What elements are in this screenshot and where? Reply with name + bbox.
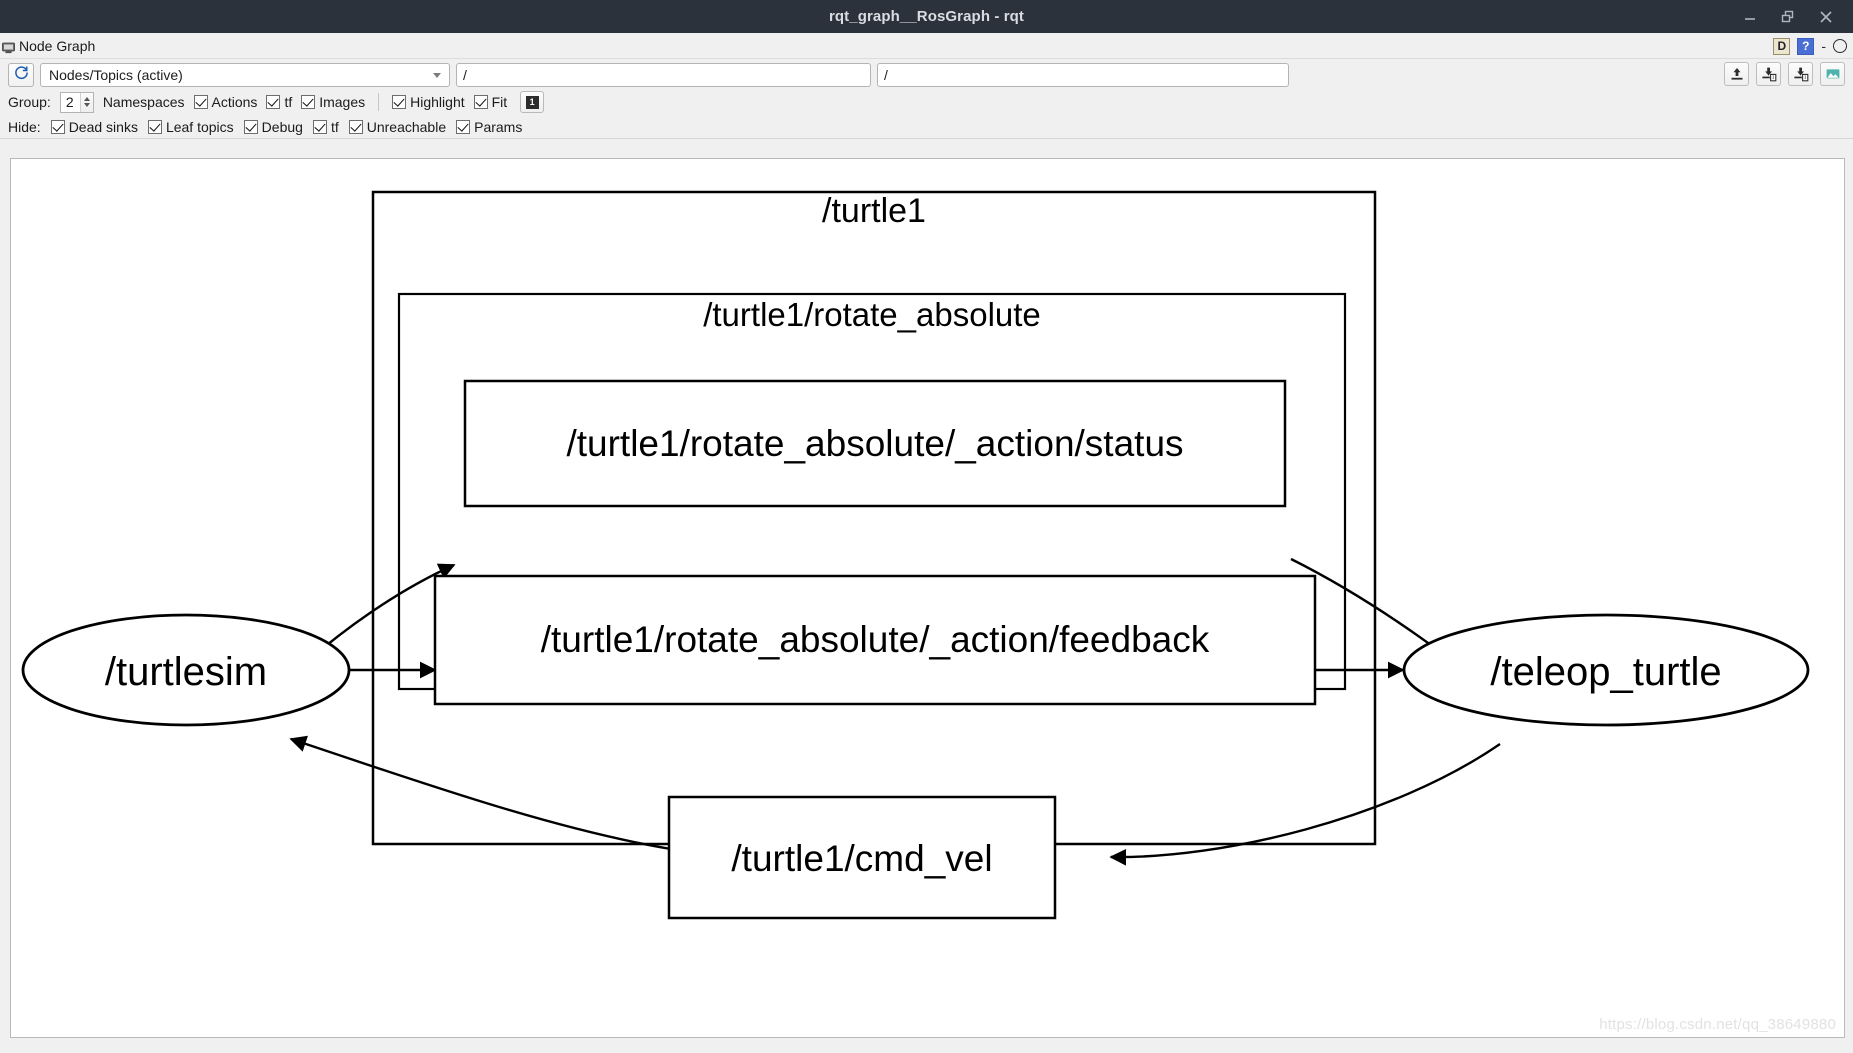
checkbox-actions-label: Actions [211,94,258,110]
checkbox-dead-sinks-box[interactable] [50,119,65,134]
checkbox-images-label: Images [319,94,366,110]
dock-title-label: Node Graph [19,37,96,54]
refresh-button[interactable] [8,63,34,87]
spinbox-arrows[interactable] [79,92,93,112]
toolbar-row-primary: Nodes/Topics (active) / / I I [0,59,1853,89]
graph-type-combobox[interactable]: Nodes/Topics (active) [40,63,450,87]
topic-cmd-vel-label: /turtle1/cmd_vel [731,838,992,879]
checkbox-params-box[interactable] [456,119,471,134]
load-dot-graph-icon[interactable] [1724,62,1749,86]
watermark-text: https://blog.csdn.net/qq_38649880 [1599,1016,1836,1033]
dock-titlebar: Node Graph D ? - [0,33,1853,59]
namespaces-label: Namespaces [102,94,185,110]
topic-feedback-label: /turtle1/rotate_absolute/_action/feedbac… [541,619,1210,660]
close-icon[interactable] [1817,8,1835,26]
window-title: rqt_graph__RosGraph - rqt [828,8,1025,25]
topic-cmd-vel[interactable]: /turtle1/cmd_vel [667,795,1057,920]
zoom-reset-label: 1 [525,95,539,109]
checkbox-leaf-topics-label: Leaf topics [165,118,234,135]
topic-status[interactable]: /turtle1/rotate_absolute/_action/status [463,379,1287,508]
save-as-image-icon[interactable] [1820,62,1845,86]
group-value: 2 [65,94,74,110]
dock-close-button[interactable] [1833,39,1847,53]
topic-feedback[interactable]: /turtle1/rotate_absolute/_action/feedbac… [433,574,1317,706]
node-teleop-turtle-label: /teleop_turtle [1490,650,1721,694]
checkbox-tf-label: tf [284,94,293,110]
checkbox-debug-box[interactable] [243,119,258,134]
checkbox-hide-tf[interactable]: tf [312,118,339,135]
chevron-down-icon [83,103,90,107]
checkbox-actions-box[interactable] [193,95,208,109]
node-turtlesim[interactable]: /turtlesim [21,613,351,727]
checkbox-leaf-topics[interactable]: Leaf topics [147,118,234,135]
cluster-turtle1-label: /turtle1 [822,192,926,230]
checkbox-debug[interactable]: Debug [243,118,303,135]
toolbar-separator [378,93,380,111]
node-teleop-turtle[interactable]: /teleop_turtle [1402,613,1810,727]
zoom-reset-button[interactable]: 1 [520,91,545,113]
checkbox-highlight-box[interactable] [392,95,407,109]
checkbox-tf[interactable]: tf [266,94,292,110]
node-filter-input[interactable]: / [456,63,871,87]
checkbox-tf-box[interactable] [266,95,281,109]
edge-cmdvel-to-turtlesim[interactable] [289,735,672,851]
checkbox-unreachable[interactable]: Unreachable [348,118,447,135]
svg-text:I: I [1804,75,1806,81]
cluster-turtle1[interactable]: /turtle1 [371,190,1377,846]
graph-type-value: Nodes/Topics (active) [49,67,183,83]
group-label: Group: [8,94,51,110]
toolbar-actions: I I [1724,62,1845,86]
node-turtlesim-label: /turtlesim [105,650,267,694]
checkbox-params-label: Params [474,118,523,135]
checkbox-fit-label: Fit [491,94,508,110]
chevron-down-icon [433,72,441,78]
graph-canvas[interactable]: /turtle1 /turtle1/rotate_absolute /turtl… [10,158,1845,1038]
checkbox-images-box[interactable] [301,95,316,109]
checkbox-highlight-label: Highlight [410,94,465,110]
checkbox-hide-tf-label: tf [330,118,339,135]
toolbar-row-group: Group: 2 Namespaces Actions tf Images Hi… [0,89,1853,115]
chevron-up-icon [83,97,90,101]
hide-label: Hide: [8,118,41,135]
topic-status-label: /turtle1/rotate_absolute/_action/status [566,423,1183,464]
toolbar-row-hide: Hide: Dead sinks Leaf topics Debug tf Un… [0,115,1853,139]
checkbox-actions[interactable]: Actions [193,94,258,110]
dock-minimize-button[interactable]: - [1821,38,1826,54]
checkbox-hide-tf-box[interactable] [312,119,327,134]
checkbox-params[interactable]: Params [456,119,522,135]
checkbox-fit-box[interactable] [473,95,488,109]
checkbox-dead-sinks[interactable]: Dead sinks [50,118,138,135]
checkbox-highlight[interactable]: Highlight [392,94,465,110]
edge-teleop-to-cmdvel[interactable] [1109,743,1501,866]
cluster-rotate-absolute-label: /turtle1/rotate_absolute [703,296,1041,333]
save-as-dot-icon[interactable]: I [1788,62,1813,86]
group-spinbox[interactable]: 2 [59,91,94,113]
checkbox-unreachable-box[interactable] [348,119,363,134]
svg-text:I: I [1772,75,1774,81]
dock-title-group: Node Graph [2,38,95,54]
node-graph-icon [2,41,15,53]
refresh-icon [14,65,29,85]
dock-controls: D ? - [1773,33,1847,59]
cluster-turtle1-box[interactable] [371,190,1377,846]
dock-help-button[interactable]: ? [1797,37,1815,55]
dock-float-button[interactable]: D [1773,37,1791,55]
checkbox-images[interactable]: Images [301,94,365,110]
ros-graph-svg[interactable]: /turtle1 /turtle1/rotate_absolute /turtl… [11,159,1844,1037]
checkbox-debug-label: Debug [261,118,303,135]
checkbox-leaf-topics-box[interactable] [147,119,162,134]
checkbox-unreachable-label: Unreachable [366,118,447,135]
checkbox-fit[interactable]: Fit [473,94,508,110]
save-dot-graph-icon[interactable]: I [1756,62,1781,86]
window-controls [1741,0,1845,33]
minimize-icon[interactable] [1741,8,1759,26]
checkbox-dead-sinks-label: Dead sinks [68,118,138,135]
window-titlebar: rqt_graph__RosGraph - rqt [0,0,1853,33]
restore-icon[interactable] [1779,8,1797,26]
topic-filter-input[interactable]: / [877,63,1289,87]
